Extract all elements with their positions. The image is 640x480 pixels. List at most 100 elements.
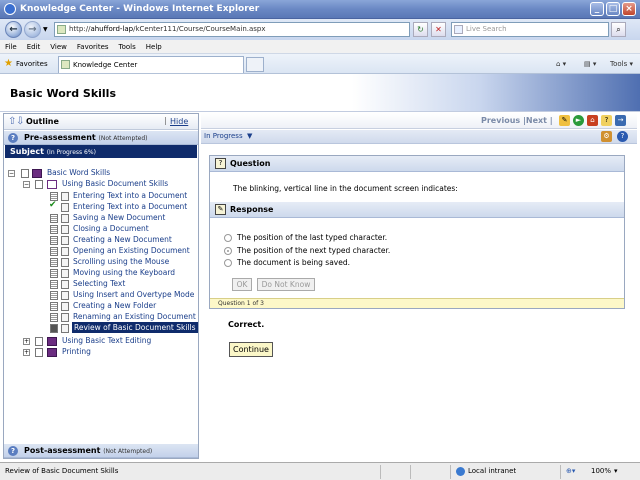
menu-view[interactable]: View bbox=[45, 40, 72, 54]
hide-outline-link[interactable]: Hide bbox=[170, 117, 188, 126]
lesson-type-icon bbox=[61, 291, 69, 300]
tree-root[interactable]: Basic Word Skills bbox=[47, 167, 110, 178]
address-host: ahufford-lap bbox=[90, 25, 134, 33]
tools-menu-button[interactable]: Tools ▾ bbox=[610, 58, 633, 70]
tree-item-13-selected[interactable]: Review of Basic Document Skills bbox=[72, 322, 198, 333]
address-bar[interactable]: http://ahufford-lap/kCenter111/Course/Co… bbox=[54, 22, 410, 37]
question-counter: Question 1 of 3 bbox=[218, 300, 264, 307]
ok-button[interactable]: OK bbox=[232, 278, 252, 291]
radio-option-3[interactable] bbox=[224, 259, 232, 267]
minimize-button[interactable]: _ bbox=[590, 2, 604, 16]
recent-pages-icon[interactable]: ▼ bbox=[43, 26, 48, 33]
previous-link[interactable]: Previous bbox=[481, 116, 520, 125]
security-zone[interactable]: Local intranet bbox=[468, 467, 516, 475]
favorites-button[interactable]: ★ Favorites bbox=[4, 57, 48, 71]
course-book-icon bbox=[32, 169, 42, 178]
status-dropdown-value: In Progress bbox=[204, 132, 243, 140]
status-text: Review of Basic Document Skills bbox=[5, 467, 119, 475]
collapse-root-toggle[interactable]: − bbox=[8, 170, 15, 177]
post-assessment-bar[interactable]: ? Post-assessment (Not Attempted) bbox=[4, 444, 198, 458]
lesson-type-icon bbox=[61, 214, 69, 223]
status-dropdown[interactable]: In Progress ▼ bbox=[204, 132, 252, 140]
radio-option-1[interactable] bbox=[224, 234, 232, 242]
pre-assessment-status: (Not Attempted) bbox=[98, 135, 148, 142]
menu-edit[interactable]: Edit bbox=[22, 40, 46, 54]
help-book-icon[interactable]: ? bbox=[601, 115, 612, 126]
answer-option-3[interactable]: The document is being saved. bbox=[224, 258, 350, 267]
course-header: Basic Word Skills bbox=[0, 74, 640, 112]
tree-module3[interactable]: Printing bbox=[62, 346, 91, 357]
menu-help[interactable]: Help bbox=[141, 40, 167, 54]
collapse-module1-toggle[interactable]: − bbox=[23, 181, 30, 188]
forward-icon[interactable]: → bbox=[24, 21, 41, 38]
new-tab-button[interactable] bbox=[246, 57, 264, 72]
menu-favorites[interactable]: Favorites bbox=[72, 40, 114, 54]
close-window-button[interactable]: × bbox=[622, 2, 636, 16]
print-icon[interactable]: ▤ ▾ bbox=[584, 58, 596, 70]
answer-option-1[interactable]: The position of the last typed character… bbox=[224, 233, 387, 242]
tree-item-10[interactable]: Using Insert and Overtype Mode bbox=[73, 289, 194, 300]
menu-file[interactable]: File bbox=[0, 40, 22, 54]
tree-item-1[interactable]: Entering Text into a Document bbox=[73, 190, 187, 201]
search-placeholder: Live Search bbox=[466, 25, 507, 33]
tree-item-9[interactable]: Selecting Text bbox=[73, 278, 125, 289]
go-icon[interactable]: ► bbox=[573, 115, 584, 126]
tree-item-2[interactable]: Entering Text into a Document bbox=[73, 201, 187, 212]
notes-icon[interactable]: ✎ bbox=[559, 115, 570, 126]
address-toolbar: ← → ▼ http://ahufford-lap/kCenter111/Cou… bbox=[0, 19, 640, 40]
response-header: ✎ Response bbox=[210, 202, 624, 218]
tab-knowledge-center[interactable]: Knowledge Center bbox=[58, 56, 244, 73]
tree-item-5[interactable]: Creating a New Document bbox=[73, 234, 172, 245]
settings-icon[interactable]: ⚙ bbox=[601, 131, 612, 142]
browser-status-bar: Review of Basic Document Skills Local in… bbox=[0, 462, 640, 480]
home-icon[interactable]: ⌂ ▾ bbox=[556, 58, 566, 70]
refresh-icon[interactable]: ↻ bbox=[413, 22, 428, 37]
tree-item-8[interactable]: Moving using the Keyboard bbox=[73, 267, 175, 278]
maximize-button[interactable]: □ bbox=[606, 2, 620, 16]
tree-module1[interactable]: Using Basic Document Skills bbox=[62, 178, 168, 189]
lesson-status-icon bbox=[50, 280, 58, 289]
zoom-level[interactable]: 100% bbox=[591, 467, 611, 475]
expand-module3-toggle[interactable]: + bbox=[23, 349, 30, 356]
arrow-down-icon[interactable]: ⇩ bbox=[16, 116, 24, 127]
expand-module2-toggle[interactable]: + bbox=[23, 338, 30, 345]
next-link[interactable]: Next bbox=[526, 116, 547, 125]
stop-icon[interactable]: ✕ bbox=[431, 22, 446, 37]
assessment-icon: ? bbox=[8, 133, 18, 143]
search-input[interactable]: Live Search bbox=[451, 22, 609, 37]
protected-mode-icon[interactable]: ⊕▾ bbox=[566, 467, 575, 475]
book-icon bbox=[47, 348, 57, 357]
tree-item-4[interactable]: Closing a Document bbox=[73, 223, 149, 234]
home-course-icon[interactable]: ⌂ bbox=[587, 115, 598, 126]
tree-item-11[interactable]: Creating a New Folder bbox=[73, 300, 156, 311]
continue-button[interactable]: Continue bbox=[229, 342, 273, 357]
lesson-status-icon bbox=[50, 302, 58, 311]
window-title: Knowledge Center - Windows Internet Expl… bbox=[20, 4, 260, 14]
menu-tools[interactable]: Tools bbox=[114, 40, 141, 54]
pre-assessment-bar[interactable]: ? Pre-assessment (Not Attempted) bbox=[4, 131, 198, 145]
tree-item-3[interactable]: Saving a New Document bbox=[73, 212, 165, 223]
zoom-dropdown-icon[interactable]: ▾ bbox=[614, 467, 618, 475]
current-lesson-icon bbox=[50, 324, 58, 333]
do-not-know-button[interactable]: Do Not Know bbox=[257, 278, 315, 291]
ie-app-icon bbox=[4, 3, 16, 15]
search-go-icon[interactable]: ⌕ bbox=[611, 22, 626, 37]
tree-item-12[interactable]: Renaming an Existing Document bbox=[73, 311, 196, 322]
status-divider bbox=[450, 465, 451, 479]
window-title-bar: Knowledge Center - Windows Internet Expl… bbox=[0, 0, 640, 19]
tree-module2[interactable]: Using Basic Text Editing bbox=[62, 335, 151, 346]
exit-icon[interactable]: → bbox=[615, 115, 626, 126]
page-icon bbox=[57, 25, 66, 34]
question-header-label: Question bbox=[230, 159, 271, 168]
module3-progress-icon bbox=[35, 348, 43, 357]
help-icon[interactable]: ? bbox=[617, 131, 628, 142]
tree-item-6[interactable]: Opening an Existing Document bbox=[73, 245, 190, 256]
answer-option-2[interactable]: The position of the next typed character… bbox=[224, 246, 390, 255]
status-divider bbox=[410, 465, 411, 479]
back-icon[interactable]: ← bbox=[5, 21, 22, 38]
lesson-type-icon bbox=[61, 225, 69, 234]
radio-option-2[interactable] bbox=[224, 247, 232, 255]
subject-bar[interactable]: Subject (In Progress 6%) bbox=[5, 145, 197, 158]
tree-item-7[interactable]: Scrolling using the Mouse bbox=[73, 256, 169, 267]
question-header: ? Question bbox=[210, 156, 624, 172]
